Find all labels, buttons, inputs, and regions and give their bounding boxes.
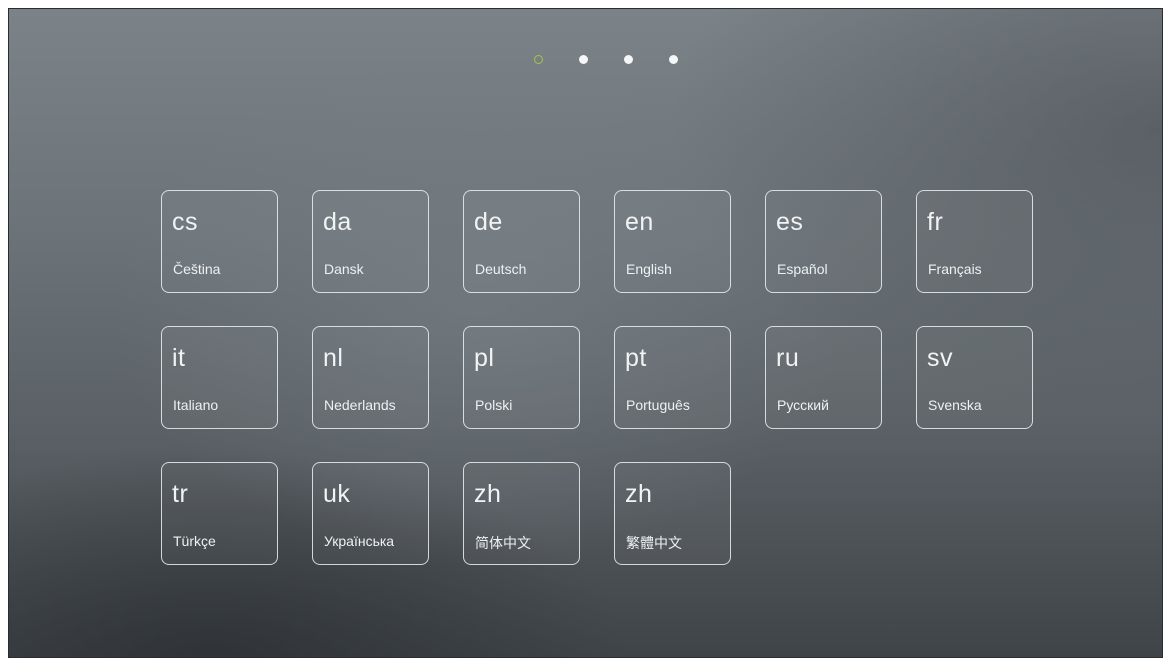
language-tile-de[interactable]: de Deutsch	[463, 190, 580, 293]
language-name: Deutsch	[475, 261, 527, 277]
language-tile-tr[interactable]: tr Türkçe	[161, 462, 278, 565]
language-name: 简体中文	[475, 535, 531, 551]
language-name: Русский	[777, 397, 829, 413]
language-code: pl	[474, 344, 495, 372]
language-name: Français	[928, 261, 982, 277]
language-code: it	[172, 344, 186, 372]
language-code: tr	[172, 480, 189, 508]
language-code: en	[625, 208, 654, 236]
language-name: Polski	[475, 397, 513, 413]
language-tile-ru[interactable]: ru Русский	[765, 326, 882, 429]
language-name: Español	[777, 261, 828, 277]
language-tile-es[interactable]: es Español	[765, 190, 882, 293]
language-code: fr	[927, 208, 944, 236]
page-dot-3[interactable]	[623, 55, 633, 64]
language-tile-cs[interactable]: cs Čeština	[161, 190, 278, 293]
page-indicator	[9, 53, 1162, 67]
language-tile-sv[interactable]: sv Svenska	[916, 326, 1033, 429]
language-selection-screen: cs Čeština da Dansk de Deutsch en Englis…	[8, 8, 1163, 658]
language-grid: cs Čeština da Dansk de Deutsch en Englis…	[161, 190, 1033, 565]
language-name: Italiano	[173, 397, 219, 413]
language-name: Svenska	[928, 397, 982, 413]
page-dot-4[interactable]	[668, 55, 678, 64]
language-code: es	[776, 208, 804, 236]
language-code: pt	[625, 344, 647, 372]
page-dot-2[interactable]	[578, 55, 588, 64]
language-tile-it[interactable]: it Italiano	[161, 326, 278, 429]
language-code: sv	[927, 344, 953, 372]
language-name: Português	[626, 397, 690, 413]
language-tile-uk[interactable]: uk Українська	[312, 462, 429, 565]
language-name: 繁體中文	[626, 535, 682, 551]
language-tile-en[interactable]: en English	[614, 190, 731, 293]
language-code: da	[323, 208, 352, 236]
language-name: English	[626, 261, 672, 277]
language-name: Nederlands	[324, 397, 396, 413]
language-tile-pl[interactable]: pl Polski	[463, 326, 580, 429]
language-tile-pt[interactable]: pt Português	[614, 326, 731, 429]
page-dot-1[interactable]	[533, 55, 543, 64]
language-name: Українська	[324, 533, 395, 549]
language-code: de	[474, 208, 503, 236]
language-name: Dansk	[324, 261, 364, 277]
language-code: zh	[625, 480, 653, 508]
language-tile-fr[interactable]: fr Français	[916, 190, 1033, 293]
language-tile-zh-hans[interactable]: zh 简体中文	[463, 462, 580, 565]
language-tile-zh-hant[interactable]: zh 繁體中文	[614, 462, 731, 565]
language-code: nl	[323, 344, 344, 372]
language-code: ru	[776, 344, 800, 372]
language-tile-da[interactable]: da Dansk	[312, 190, 429, 293]
language-name: Čeština	[173, 261, 221, 277]
language-code: zh	[474, 480, 502, 508]
language-tile-nl[interactable]: nl Nederlands	[312, 326, 429, 429]
language-code: uk	[323, 480, 351, 508]
language-code: cs	[172, 208, 198, 236]
language-name: Türkçe	[173, 533, 216, 549]
